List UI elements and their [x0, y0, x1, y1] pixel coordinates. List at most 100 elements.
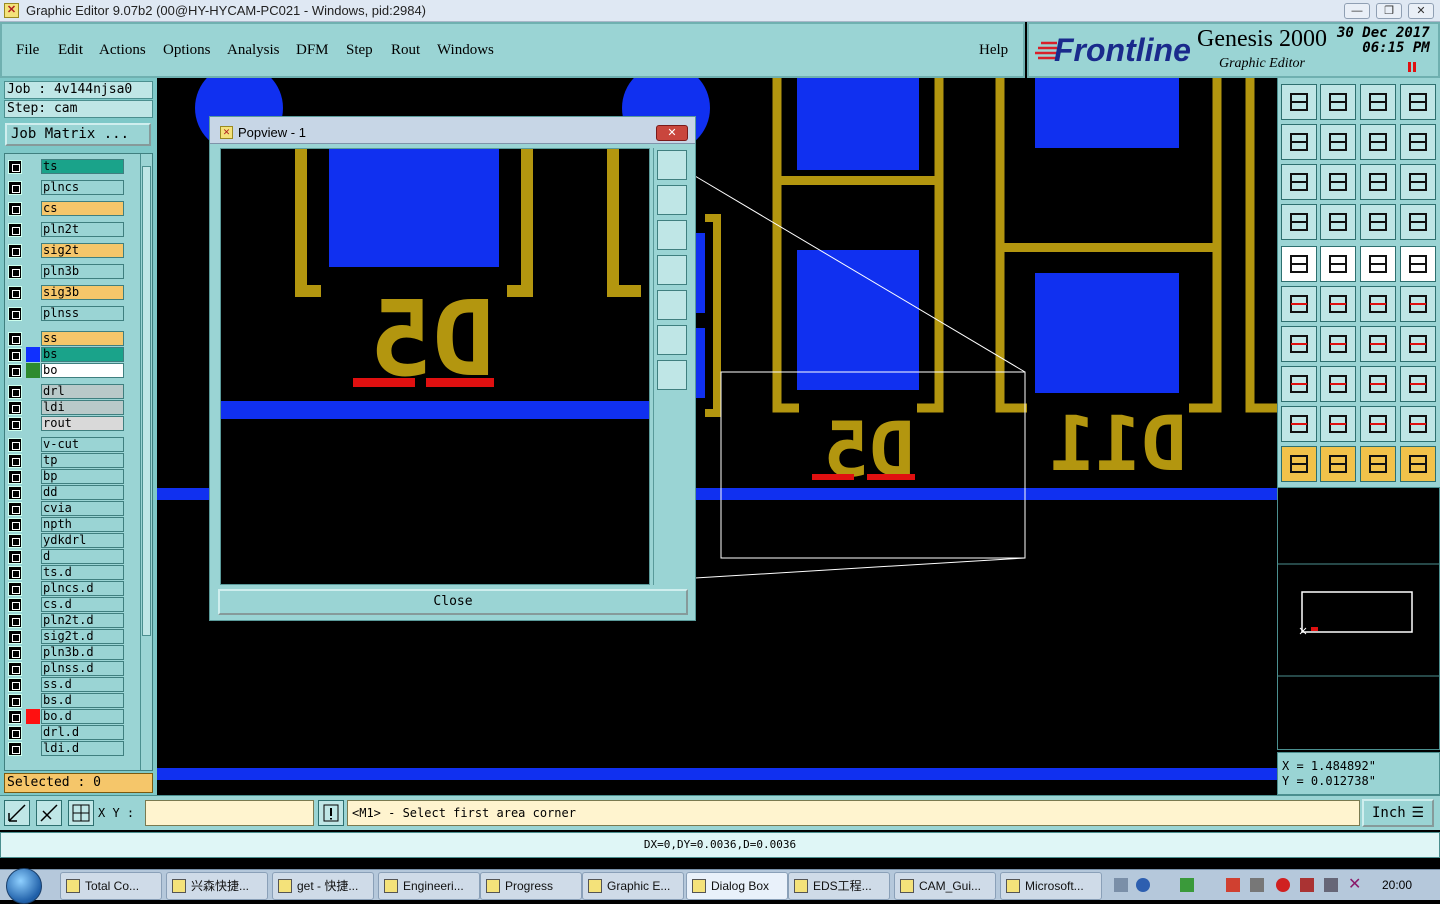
taskbar-button[interactable]: Engineeri...: [378, 872, 480, 900]
layer-checkbox[interactable]: [8, 630, 22, 644]
layer-color-icon[interactable]: [1400, 204, 1436, 240]
xy-input[interactable]: [145, 800, 314, 826]
layer-name[interactable]: drl.d: [41, 725, 124, 740]
layer-display-icon[interactable]: [1360, 204, 1396, 240]
select-touch-icon[interactable]: [1360, 446, 1396, 482]
grid-toggle-icon[interactable]: [1320, 204, 1356, 240]
layer-row[interactable]: plncs: [6, 180, 126, 195]
layer-name[interactable]: sig2t.d: [41, 629, 124, 644]
zoom-out-icon[interactable]: [657, 360, 687, 390]
pad-tool-icon[interactable]: [1281, 246, 1317, 282]
layer-name[interactable]: cs: [41, 201, 124, 216]
layer-row[interactable]: bs: [6, 347, 126, 362]
menu-analysis[interactable]: Analysis: [227, 42, 280, 59]
layer-name[interactable]: tp: [41, 453, 124, 468]
flag-icon[interactable]: [1300, 878, 1314, 892]
layer-row[interactable]: ldi: [6, 400, 126, 415]
layer-checkbox[interactable]: [8, 598, 22, 612]
layer-checkbox[interactable]: [8, 364, 22, 378]
layer-checkbox[interactable]: [8, 332, 22, 346]
app-tray-icon[interactable]: [1276, 878, 1290, 892]
layer-name[interactable]: plncs: [41, 180, 124, 195]
layer-row[interactable]: tp: [6, 453, 126, 468]
scroll-thumb[interactable]: [142, 166, 151, 636]
layer-row[interactable]: bp: [6, 469, 126, 484]
volume-icon[interactable]: [1250, 878, 1264, 892]
layer-checkbox[interactable]: [8, 454, 22, 468]
keyboard-icon[interactable]: [1114, 878, 1128, 892]
layer-name[interactable]: plnss: [41, 306, 124, 321]
taskbar-button[interactable]: Microsoft...: [1000, 872, 1102, 900]
layer-name[interactable]: npth: [41, 517, 124, 532]
menu-file[interactable]: File: [16, 42, 39, 59]
group-icon[interactable]: [1400, 366, 1436, 402]
mirror-icon[interactable]: [1400, 326, 1436, 362]
redraw-icon[interactable]: [1400, 124, 1436, 160]
maximize-button[interactable]: ❐: [1376, 3, 1402, 19]
pan-left-tool-icon[interactable]: [1281, 124, 1317, 160]
arc-draw-icon[interactable]: [1281, 326, 1317, 362]
layer-checkbox[interactable]: [8, 181, 22, 195]
alert-icon[interactable]: [318, 800, 344, 826]
popview-canvas[interactable]: D5: [220, 148, 650, 585]
layer-checkbox[interactable]: [8, 486, 22, 500]
polygon-icon[interactable]: [1281, 406, 1317, 442]
unit-selector[interactable]: Inch ☰: [1362, 799, 1434, 827]
taskbar-button[interactable]: CAM_Gui...: [894, 872, 996, 900]
taskbar-button[interactable]: EDS工程...: [788, 872, 890, 900]
taskbar-button[interactable]: 兴森快捷...: [166, 872, 268, 900]
layer-row[interactable]: dd: [6, 485, 126, 500]
layer-name[interactable]: ts.d: [41, 565, 124, 580]
layer-checkbox[interactable]: [8, 348, 22, 362]
layer-row[interactable]: pln3b.d: [6, 645, 126, 660]
layer-checkbox[interactable]: [8, 518, 22, 532]
layer-row[interactable]: ss.d: [6, 677, 126, 692]
net-connect-icon[interactable]: [1281, 286, 1317, 322]
layer-row[interactable]: bo.d: [6, 709, 126, 724]
start-button[interactable]: [6, 868, 42, 904]
layer-checkbox[interactable]: [8, 678, 22, 692]
popview-dialog[interactable]: ✕ Popview - 1 ✕ D5 Close: [209, 116, 696, 621]
text-b-icon[interactable]: [1400, 406, 1436, 442]
layer-checkbox[interactable]: [8, 470, 22, 484]
snap-icon[interactable]: [4, 800, 30, 826]
menu-options[interactable]: Options: [163, 42, 211, 59]
layer-checkbox[interactable]: [8, 662, 22, 676]
menu-rout[interactable]: Rout: [391, 42, 420, 59]
layer-checkbox[interactable]: [8, 694, 22, 708]
layer-name[interactable]: sig3b: [41, 285, 124, 300]
pan-left-icon[interactable]: [657, 255, 687, 285]
layer-name[interactable]: pln3b.d: [41, 645, 124, 660]
layer-name[interactable]: cvia: [41, 501, 124, 516]
layer-name[interactable]: d: [41, 549, 124, 564]
layer-name[interactable]: bp: [41, 469, 124, 484]
text-a-icon[interactable]: [1360, 406, 1396, 442]
layer-row[interactable]: cs.d: [6, 597, 126, 612]
layer-checkbox[interactable]: [8, 502, 22, 516]
pan-down-icon[interactable]: [657, 220, 687, 250]
grid-icon[interactable]: [68, 800, 94, 826]
pan-up-tool-icon[interactable]: [1281, 84, 1317, 120]
undo-view-icon[interactable]: [1360, 124, 1396, 160]
network-icon[interactable]: [1180, 878, 1194, 892]
layer-checkbox[interactable]: [8, 417, 22, 431]
layer-row[interactable]: d: [6, 549, 126, 564]
layer-name[interactable]: ydkdrl: [41, 533, 124, 548]
layer-row[interactable]: ts: [6, 159, 126, 174]
layer-row[interactable]: bs.d: [6, 693, 126, 708]
layer-row[interactable]: bo: [6, 363, 126, 378]
line-draw-icon[interactable]: [1320, 326, 1356, 362]
layer-row[interactable]: pln3b: [6, 264, 126, 279]
menu-step[interactable]: Step: [346, 42, 373, 59]
pan-up-icon[interactable]: [657, 185, 687, 215]
layer-name[interactable]: v-cut: [41, 437, 124, 452]
layer-name[interactable]: ldi: [41, 400, 124, 415]
menu-dfm[interactable]: DFM: [296, 42, 329, 59]
layer-checkbox[interactable]: [8, 202, 22, 216]
overview-view-rect[interactable]: [1301, 591, 1413, 633]
layer-row[interactable]: plncs.d: [6, 581, 126, 596]
select-net-icon[interactable]: [1400, 446, 1436, 482]
layer-checkbox[interactable]: [8, 566, 22, 580]
layer-row[interactable]: ldi.d: [6, 741, 126, 756]
popview-close-button[interactable]: Close: [218, 589, 688, 615]
